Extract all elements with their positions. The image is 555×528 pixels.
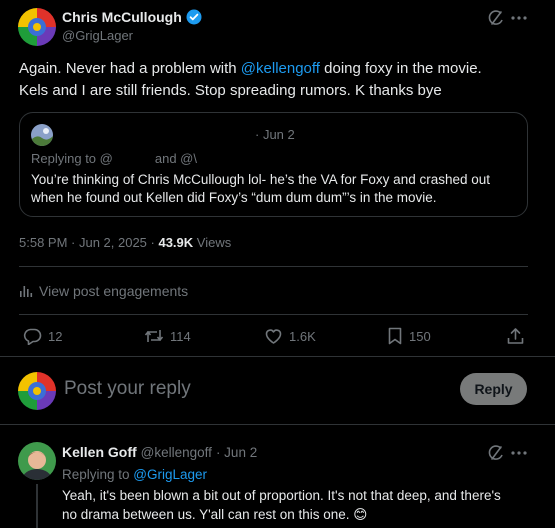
author-avatar[interactable] (18, 8, 56, 46)
analytics-icon (19, 284, 33, 298)
post-text-line2: Kels and I are still friends. Stop sprea… (19, 82, 442, 99)
quoted-date: · Jun 2 (255, 127, 295, 142)
heart-icon (264, 327, 283, 345)
quoted-post[interactable]: · Jun 2 Replying to @ and @\ You’re think… (19, 112, 528, 217)
post-text: Again. Never had a problem with @kelleng… (19, 58, 539, 102)
mention-link[interactable]: @kellengoff (241, 60, 320, 77)
post-text-part: doing foxy in the movie. (319, 60, 482, 77)
author-name[interactable]: Chris McCullough (62, 9, 182, 25)
repost-count: 114 (170, 328, 191, 344)
quoted-text-line2: when he found out Kellen did Foxy’s “dum… (31, 190, 437, 205)
post-meta: 5:58 PM · Jun 2, 2025 · 43.9K Views (19, 235, 231, 250)
view-engagements-label: View post engagements (39, 283, 189, 299)
reply-thread-line (36, 484, 38, 528)
actions-divider (0, 356, 555, 357)
reply-replying-prefix: Replying to (62, 467, 134, 482)
reply-author-handle[interactable]: @kellengoff (141, 445, 212, 460)
bookmark-action-button[interactable]: 150 (387, 327, 431, 345)
like-action-button[interactable]: 1.6K (264, 327, 316, 345)
share-action-button[interactable] (507, 327, 524, 345)
quoted-text-line1: You’re thinking of Chris McCullough lol-… (31, 172, 490, 187)
reply-text-line2: no drama between us. Y'all can rest on t… (62, 507, 368, 522)
reply-more-options-icon[interactable] (511, 451, 527, 455)
reply-date[interactable]: · Jun 2 (216, 445, 257, 460)
view-engagements-link[interactable]: View post engagements (19, 283, 188, 299)
reply-grok-icon[interactable] (487, 444, 505, 462)
engagements-divider (19, 314, 528, 315)
author-handle[interactable]: @GrigLager (62, 28, 133, 43)
repost-icon (144, 327, 164, 345)
bookmark-icon (387, 327, 403, 345)
quoted-replying-to: Replying to @ and @\ (31, 151, 197, 166)
share-icon (507, 327, 524, 345)
reply-button[interactable]: Reply (460, 373, 527, 405)
more-options-icon[interactable] (511, 16, 527, 20)
quoted-author-avatar (31, 124, 53, 146)
reply-text: Yeah, it's been blown a bit out of propo… (62, 486, 532, 524)
quoted-text: You’re thinking of Chris McCullough lol-… (31, 171, 523, 207)
bookmark-count: 150 (409, 328, 431, 344)
reply-action-button[interactable]: 12 (23, 327, 62, 345)
reply-replying-handle[interactable]: @GrigLager (133, 467, 207, 482)
post-text-part: Again. Never had a problem with (19, 60, 241, 77)
reply-replying-to: Replying to @GrigLager (62, 467, 207, 482)
grok-icon[interactable] (487, 9, 505, 27)
post-timestamp[interactable]: 5:58 PM · Jun 2, 2025 · (19, 235, 158, 250)
meta-divider (19, 266, 528, 267)
reply-input[interactable]: Post your reply (64, 378, 191, 400)
repost-action-button[interactable]: 114 (144, 327, 191, 345)
reply-author-avatar[interactable] (18, 442, 56, 480)
composer-avatar (18, 372, 56, 410)
verified-badge-icon (186, 9, 202, 25)
quoted-replying-and: and @\ (154, 151, 197, 166)
composer-divider (0, 424, 555, 425)
views-count: 43.9K (158, 235, 194, 250)
reply-author-name[interactable]: Kellen Goff (62, 444, 137, 460)
like-count: 1.6K (289, 328, 316, 344)
views-label: Views (193, 235, 232, 250)
quoted-replying-prefix: Replying to @ (31, 151, 113, 166)
reply-icon (23, 327, 42, 345)
reply-count: 12 (48, 328, 63, 344)
reply-text-line1: Yeah, it's been blown a bit out of propo… (62, 488, 501, 503)
